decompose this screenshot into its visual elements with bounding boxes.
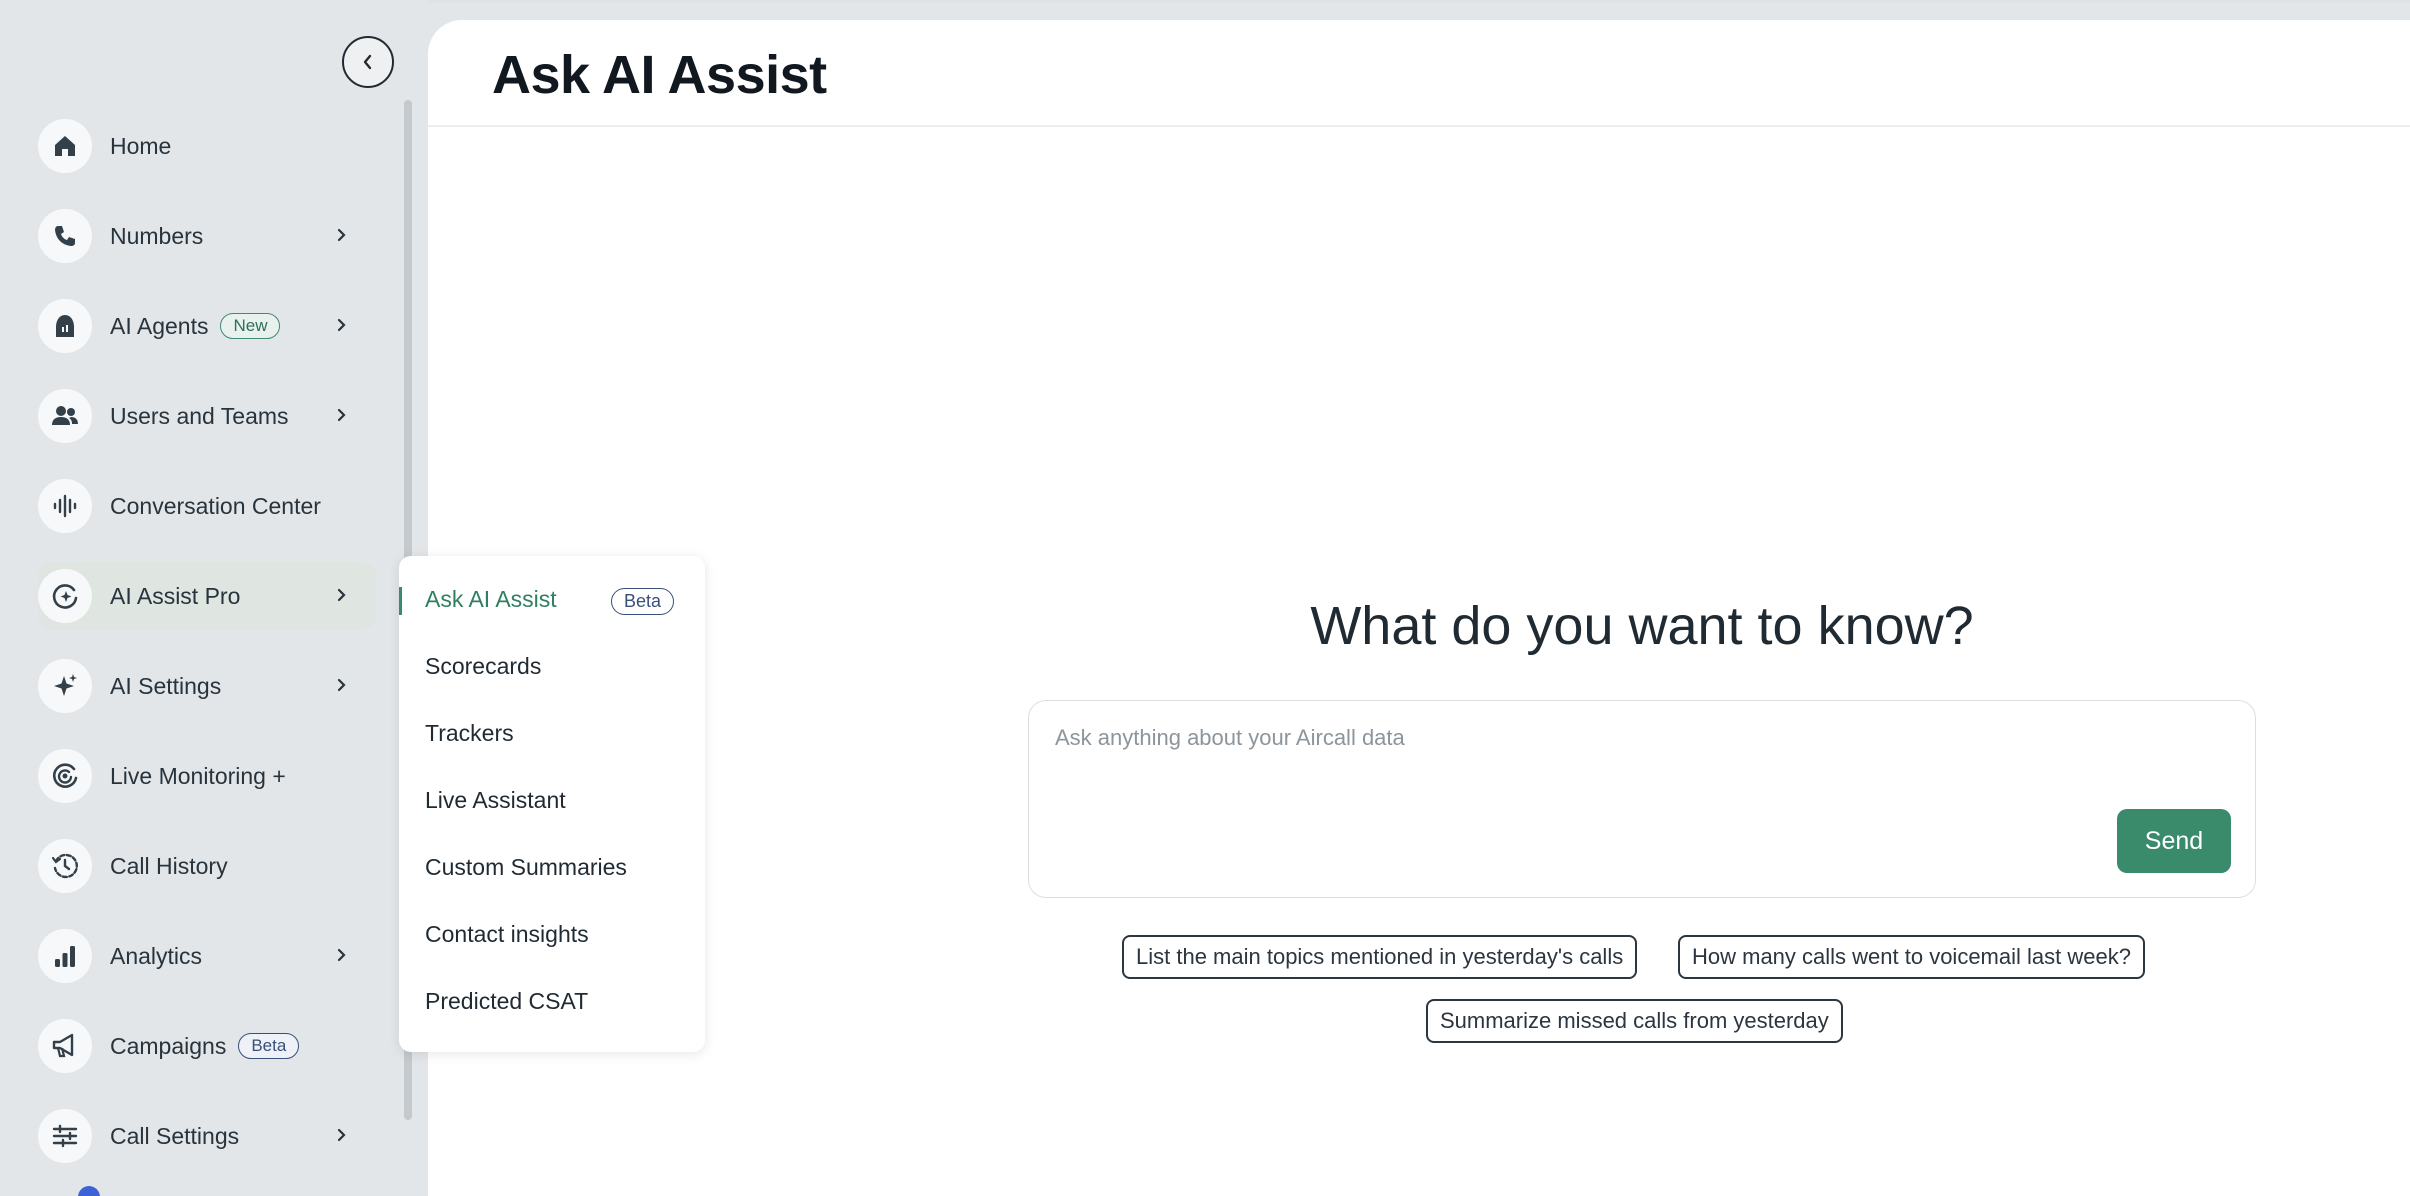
live-monitoring-icon: [38, 749, 92, 803]
submenu-item-custom-summaries[interactable]: Custom Summaries: [425, 854, 627, 881]
notification-dot: [78, 1186, 100, 1196]
phone-icon: [38, 209, 92, 263]
sidebar-item-call-history[interactable]: Call History: [38, 832, 376, 900]
new-badge: New: [220, 313, 281, 339]
ai-assist-icon: [38, 569, 92, 623]
submenu-item-label: Scorecards: [425, 653, 542, 679]
sidebar-item-ai-agents[interactable]: AI Agents New: [38, 292, 376, 360]
ai-assist-pro-submenu: Ask AI Assist Beta Scorecards Trackers L…: [399, 556, 705, 1052]
chevron-left-icon: [363, 54, 372, 70]
beta-badge: Beta: [238, 1033, 300, 1059]
sliders-icon: [38, 1109, 92, 1163]
sidebar-item-label: AI Assist Pro: [110, 582, 241, 609]
active-indicator: [399, 587, 402, 615]
sidebar-item-label: AI Agents: [110, 312, 209, 339]
submenu-item-scorecards[interactable]: Scorecards: [425, 653, 541, 680]
hero-heading: What do you want to know?: [1310, 596, 1974, 656]
sidebar-item-label: Call History: [110, 852, 228, 879]
users-icon: [38, 389, 92, 443]
submenu-item-label: Custom Summaries: [425, 854, 627, 880]
page-title: Ask AI Assist: [492, 45, 827, 105]
chevron-right-icon: [337, 318, 346, 332]
suggestion-chip[interactable]: List the main topics mentioned in yester…: [1122, 935, 1638, 979]
submenu-item-label: Live Assistant: [425, 787, 566, 813]
sidebar-item-label: Live Monitoring +: [110, 762, 286, 789]
chevron-right-icon: [337, 588, 346, 602]
ask-input[interactable]: [1055, 725, 2155, 751]
sidebar-item-label: Campaigns: [110, 1032, 227, 1059]
sparkle-icon: [38, 659, 92, 713]
waveform-icon: [38, 479, 92, 533]
suggestion-chip[interactable]: How many calls went to voicemail last we…: [1678, 935, 2145, 979]
sidebar-item-label: Home: [110, 132, 172, 159]
submenu-item-trackers[interactable]: Trackers: [425, 720, 514, 747]
sidebar-item-ai-settings[interactable]: AI Settings: [38, 652, 376, 720]
chevron-right-icon: [337, 408, 346, 422]
submenu-item-live-assistant[interactable]: Live Assistant: [425, 787, 566, 814]
sidebar-item-ai-assist-pro[interactable]: AI Assist Pro: [38, 562, 376, 630]
submenu-item-ask-ai-assist[interactable]: Ask AI Assist: [425, 586, 557, 613]
sidebar-item-campaigns[interactable]: Campaigns Beta: [38, 1012, 376, 1080]
sidebar-item-analytics[interactable]: Analytics: [38, 922, 376, 990]
chevron-right-icon: [337, 948, 346, 962]
submenu-item-label: Predicted CSAT: [425, 988, 589, 1014]
submenu-item-contact-insights[interactable]: Contact insights: [425, 921, 589, 948]
page-header: Ask AI Assist: [428, 20, 2410, 127]
ask-box: Send: [1028, 700, 2256, 898]
sidebar-item-label: AI Settings: [110, 672, 222, 699]
sidebar-item-label: Conversation Center: [110, 492, 321, 519]
sidebar-item-home[interactable]: Home: [38, 112, 376, 180]
home-icon: [38, 119, 92, 173]
suggestion-chip[interactable]: Summarize missed calls from yesterday: [1426, 999, 1843, 1043]
chevron-right-icon: [337, 678, 346, 692]
submenu-item-label: Ask AI Assist: [425, 586, 557, 612]
send-button[interactable]: Send: [2117, 809, 2231, 873]
bar-chart-icon: [38, 929, 92, 983]
megaphone-icon: [38, 1019, 92, 1073]
sidebar-item-label: Call Settings: [110, 1122, 240, 1149]
sidebar-item-label: Numbers: [110, 222, 204, 249]
chevron-right-icon: [337, 1128, 346, 1142]
main-content: Ask AI Assist What do you want to know? …: [428, 20, 2410, 1196]
history-icon: [38, 839, 92, 893]
submenu-item-label: Trackers: [425, 720, 514, 746]
sidebar-item-call-settings[interactable]: Call Settings: [38, 1102, 376, 1170]
collapse-sidebar-button[interactable]: [342, 36, 394, 88]
sidebar-item-numbers[interactable]: Numbers: [38, 202, 376, 270]
beta-badge: Beta: [611, 588, 675, 615]
sidebar-item-conversation-center[interactable]: Conversation Center: [38, 472, 376, 540]
sidebar-item-users-and-teams[interactable]: Users and Teams: [38, 382, 376, 450]
submenu-item-label: Contact insights: [425, 921, 589, 947]
sidebar-item-label: Users and Teams: [110, 402, 289, 429]
sidebar-item-label: Analytics: [110, 942, 203, 969]
chevron-right-icon: [337, 228, 346, 242]
sidebar: Home Numbers AI Agents New Users and Tea…: [0, 0, 428, 1196]
submenu-item-predicted-csat[interactable]: Predicted CSAT: [425, 988, 588, 1015]
sidebar-item-live-monitoring[interactable]: Live Monitoring +: [38, 742, 376, 810]
ai-agent-icon: [38, 299, 92, 353]
